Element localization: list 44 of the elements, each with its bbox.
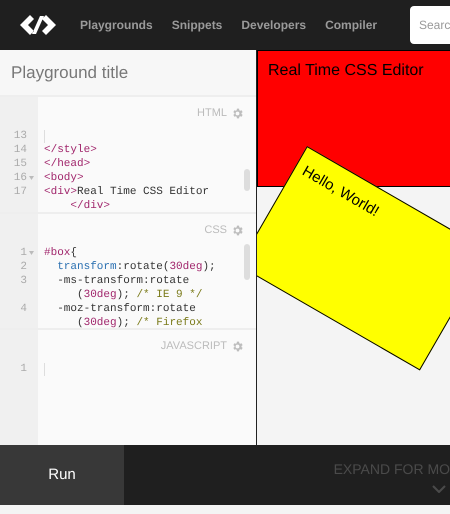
line-number: 1 <box>20 362 27 376</box>
nav-link[interactable]: Playgrounds <box>80 16 153 34</box>
nav-link[interactable]: Compiler <box>325 16 378 34</box>
line-number: 17 <box>14 185 27 199</box>
line-number: 2 <box>20 260 27 274</box>
chevron-down-icon[interactable] <box>432 485 446 493</box>
settings-icon[interactable] <box>231 106 244 120</box>
code-line: </head> <box>44 157 92 171</box>
code-line: (30deg); /* IE 9 */ <box>76 288 204 302</box>
language-label: HTML <box>197 106 227 121</box>
language-label: JAVASCRIPT <box>160 338 227 354</box>
run-button[interactable]: Run <box>0 445 124 505</box>
line-number: 3 <box>20 274 27 288</box>
code-line: -moz-transform:rotate <box>56 302 197 316</box>
line-number: 13 <box>14 129 27 143</box>
nav-link[interactable]: Developers <box>241 16 306 34</box>
code-line: </div> <box>69 199 112 212</box>
fold-arrow-icon[interactable] <box>29 176 34 180</box>
nav-link[interactable]: Snippets <box>172 16 222 34</box>
code-line: <div>Real Time CSS Editor <box>44 185 210 199</box>
title-input[interactable]: Playground title <box>11 60 245 86</box>
code-line: -ms-transform:rotate <box>56 274 190 288</box>
code-line: </style> <box>44 143 98 157</box>
line-number: 4 <box>20 302 27 316</box>
code-editor[interactable]: 13 14 15 16 17 HTML </style> </head> <body> <div>Real Time CSS Editor </div> <box>0 97 256 212</box>
scrollbar-thumb[interactable] <box>244 244 250 280</box>
line-number: 14 <box>14 143 27 157</box>
line-number: 1 <box>20 246 27 260</box>
language-label: CSS <box>204 222 227 238</box>
settings-icon[interactable] <box>231 224 244 236</box>
line-number: 15 <box>14 157 27 171</box>
settings-icon[interactable] <box>231 340 244 352</box>
preview-heading: Real Time CSS Editor <box>268 62 424 79</box>
search-field[interactable]: Searc <box>410 6 450 44</box>
fold-arrow-icon[interactable] <box>29 251 34 255</box>
title-field[interactable]: Playground title <box>0 50 256 95</box>
line-number: 16 <box>14 171 27 185</box>
code-editor[interactable]: 1 2 3 4 CSS #box{ transform:rotate(30deg); -ms-transform:rotate (30deg); /* IE 9 */ -moz-transform:rotate (30deg); /* Firefox <box>0 214 256 328</box>
code-line: transform:rotate(30deg); <box>56 260 217 274</box>
logo-icon[interactable] <box>18 13 58 37</box>
code-line: <body> <box>44 171 85 185</box>
scrollbar-thumb[interactable] <box>244 169 250 191</box>
code-line: #box{ <box>44 246 78 260</box>
code-line: (30deg); /* Firefox <box>76 316 204 328</box>
